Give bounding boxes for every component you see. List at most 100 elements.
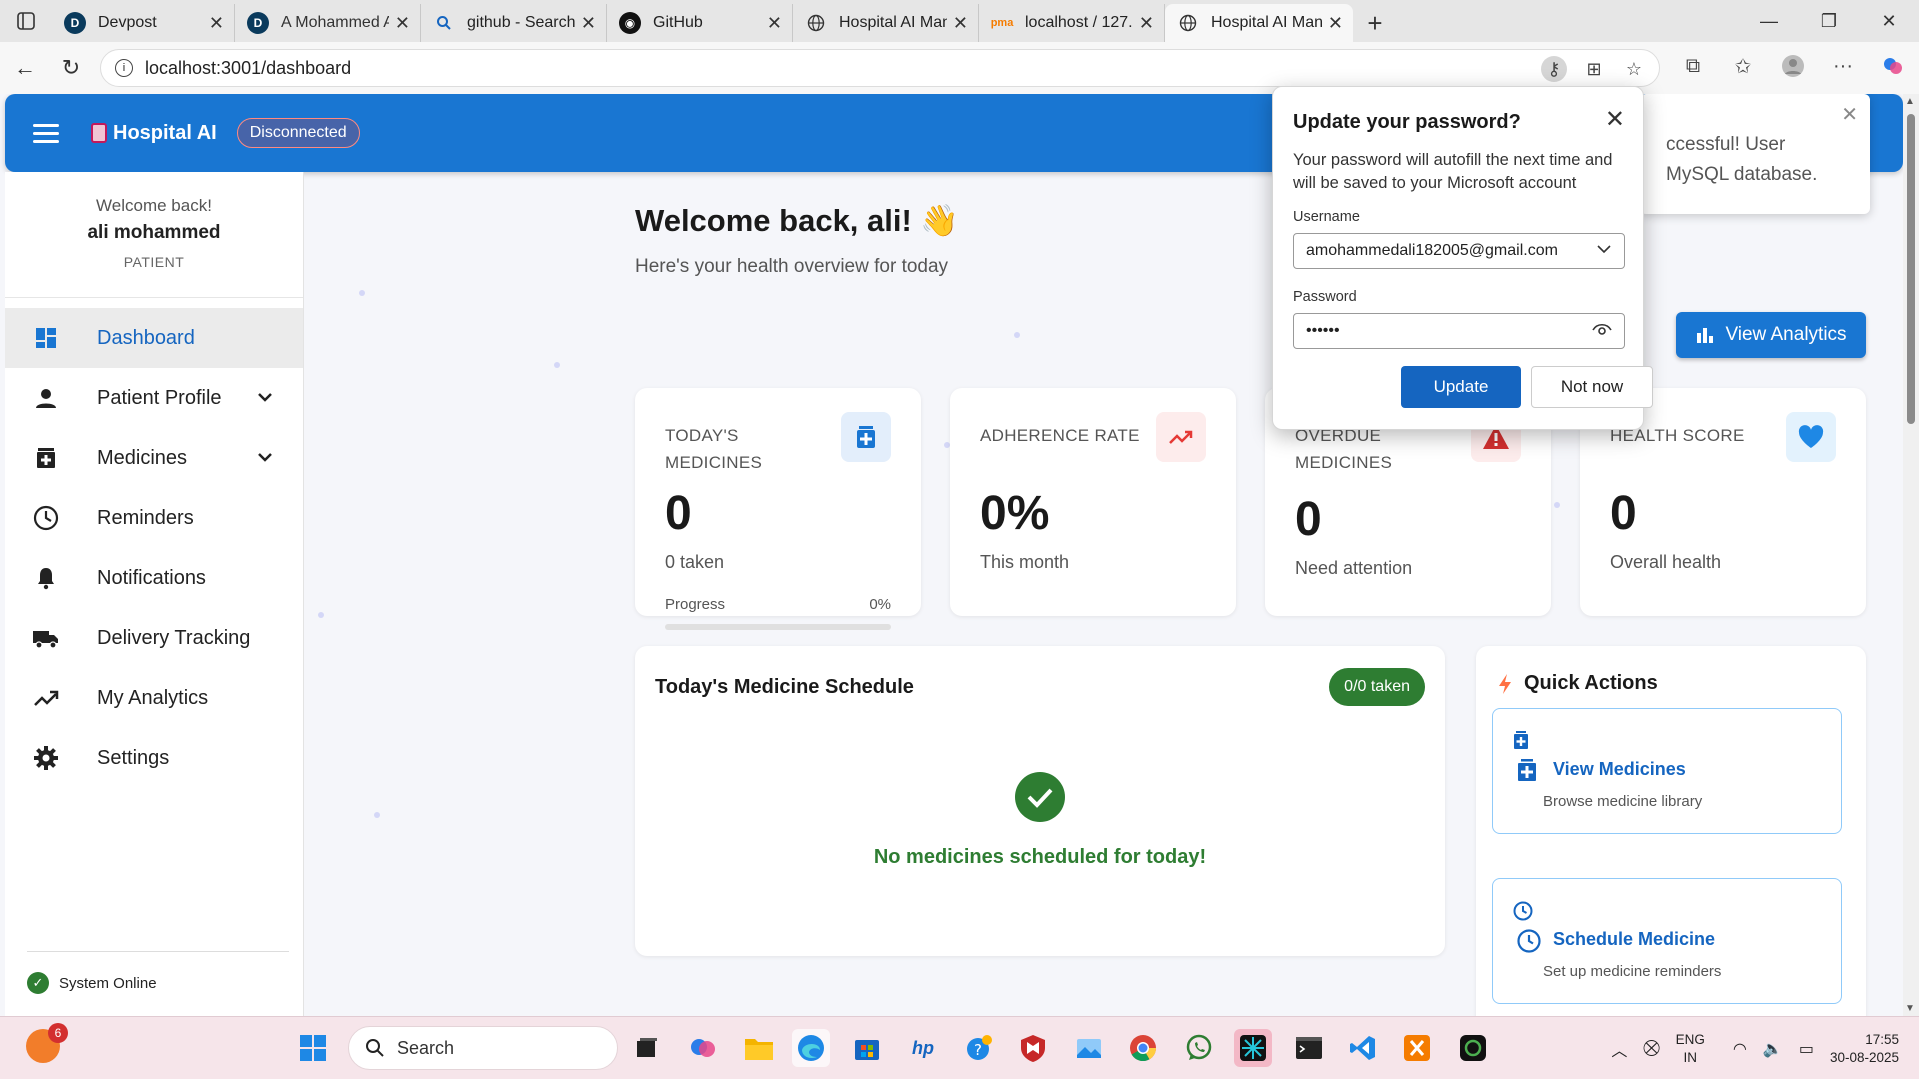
microsoft-store-icon[interactable] [848,1029,886,1067]
close-tab-icon[interactable]: ✕ [395,13,410,34]
card-subtext: Need attention [1295,558,1413,578]
card-value: 0 [1295,493,1322,546]
help-app-icon[interactable]: ? [960,1029,998,1067]
close-tab-icon[interactable]: ✕ [209,13,224,34]
close-tab-icon[interactable]: ✕ [581,13,596,34]
sidebar-item-notifications[interactable]: Notifications [5,548,303,608]
whatsapp-icon[interactable] [1180,1029,1218,1067]
main-content: Welcome back, ali! 👋 Here's your health … [304,172,1903,1016]
refresh-button[interactable]: ↻ [50,47,92,89]
scroll-down-icon[interactable]: ▼ [1905,1003,1915,1014]
chatgpt-icon[interactable] [1454,1029,1492,1067]
scroll-up-icon[interactable]: ▲ [1905,96,1915,107]
favorites-icon[interactable]: ✩ [1727,50,1759,82]
sidebar-item-label: Notifications [97,566,206,589]
browser-tab[interactable]: pma localhost / 127.0.0.1 | p ✕ [979,4,1165,42]
not-now-button[interactable]: Not now [1531,366,1653,408]
clock-icon [1517,929,1541,958]
close-tab-icon[interactable]: ✕ [1139,13,1154,34]
close-tab-icon[interactable]: ✕ [953,13,968,34]
site-info-icon[interactable]: i [115,59,133,77]
chevron-down-icon[interactable] [257,448,273,471]
back-button[interactable]: ← [4,47,46,89]
progress-bar [665,624,891,630]
new-tab-button[interactable]: + [1353,4,1397,42]
person-icon [31,383,61,413]
view-analytics-button[interactable]: View Analytics [1676,312,1866,358]
sidebar-item-settings[interactable]: Settings [5,728,303,788]
close-dialog-icon[interactable]: ✕ [1605,105,1625,134]
browser-tab[interactable]: Hospital AI Manageme ✕ [793,4,979,42]
terminal-icon[interactable] [1290,1029,1328,1067]
taskbar-search[interactable]: Search [348,1026,618,1070]
password-key-icon[interactable]: ⚷ [1541,56,1567,82]
close-tab-icon[interactable]: ✕ [1328,13,1343,34]
xampp-icon[interactable] [1398,1029,1436,1067]
profile-avatar-icon[interactable] [1777,50,1809,82]
close-window-button[interactable]: ✕ [1859,0,1919,42]
clock[interactable]: 17:55 30-08-2025 [1830,1031,1899,1067]
close-toast-icon[interactable]: ✕ [1841,102,1858,127]
clock-icon [31,503,61,533]
weather-widget-icon[interactable]: 6 [26,1023,68,1063]
update-button[interactable]: Update [1401,366,1521,408]
wifi-icon[interactable]: ◠ [1733,1039,1747,1059]
browser-tab[interactable]: github - Search ✕ [421,4,607,42]
sidebar-item-my-analytics[interactable]: My Analytics [5,668,303,728]
mcafee-icon[interactable] [1014,1029,1052,1067]
sidebar-item-patient-profile[interactable]: Patient Profile [5,368,303,428]
hp-app-icon[interactable]: hp [904,1029,942,1067]
favorite-star-icon[interactable]: ☆ [1621,56,1647,82]
bar-chart-icon [1697,328,1714,343]
edge-browser-icon[interactable] [792,1029,830,1067]
photos-app-icon[interactable] [1070,1029,1108,1067]
vscode-icon[interactable] [1344,1029,1382,1067]
start-button[interactable] [294,1029,332,1067]
dev-tool-app-icon[interactable] [1234,1029,1272,1067]
sidebar-item-dashboard[interactable]: Dashboard [5,308,303,368]
chevron-down-icon[interactable] [1596,241,1612,262]
toast-line: ccessful! User [1666,134,1786,155]
copilot-app-icon[interactable] [684,1029,722,1067]
address-bar[interactable]: i localhost:3001/dashboard ⚷ ⊞ ☆ [100,49,1660,87]
chrome-icon[interactable] [1124,1029,1162,1067]
browser-tab[interactable]: D A Mohammed Ali's (an ✕ [235,4,421,42]
extensions-icon[interactable]: ⧉ [1677,50,1709,82]
quick-action-schedule-medicine[interactable]: Schedule Medicine Set up medicine remind… [1492,878,1842,1004]
username-field[interactable]: amohammedali182005@gmail.com [1293,233,1625,269]
password-field[interactable]: •••••• [1293,313,1625,349]
tab-actions-icon[interactable] [0,0,52,42]
menu-icon[interactable] [33,123,59,143]
copilot-icon[interactable] [1877,50,1909,82]
card-label: ADHERENCE RATE [980,426,1140,445]
file-explorer-icon[interactable] [740,1029,778,1067]
browser-tab[interactable]: ◉ GitHub ✕ [607,4,793,42]
chevron-up-icon[interactable]: ︿ [1611,1037,1627,1061]
close-tab-icon[interactable]: ✕ [767,13,782,34]
volume-icon[interactable]: 🔈 [1763,1039,1783,1059]
sidebar-item-reminders[interactable]: Reminders [5,488,303,548]
scrollbar-thumb[interactable] [1907,114,1915,424]
system-status: ✓ System Online [27,951,289,994]
task-view-icon[interactable] [628,1029,666,1067]
restore-button[interactable]: ❐ [1799,0,1859,42]
network-off-icon[interactable]: ⛒ [1643,1040,1659,1058]
quick-action-view-medicines[interactable]: View Medicines Browse medicine library [1492,708,1842,834]
app-available-icon[interactable]: ⊞ [1581,56,1607,82]
search-placeholder: Search [397,1037,455,1058]
eye-icon[interactable] [1592,321,1612,342]
sidebar: Welcome back! ali mohammed PATIENT Dashb… [5,172,304,1016]
devpost-icon: D [247,12,269,34]
window-controls: — ❐ ✕ [1739,0,1919,42]
more-menu-icon[interactable]: ··· [1827,50,1859,82]
browser-tab-active[interactable]: Hospital AI Manageme ✕ [1165,4,1353,42]
battery-icon[interactable]: ▭ [1799,1039,1814,1059]
minimize-button[interactable]: — [1739,0,1799,42]
sidebar-item-delivery-tracking[interactable]: Delivery Tracking [5,608,303,668]
browser-tab[interactable]: D Devpost ✕ [52,4,235,42]
page-scrollbar[interactable]: ▲ ▼ [1903,94,1919,1016]
language-indicator[interactable]: ENG IN [1676,1031,1705,1067]
chevron-down-icon[interactable] [257,388,273,411]
sidebar-item-medicines[interactable]: Medicines [5,428,303,488]
username-value: amohammedali182005@gmail.com [1306,242,1558,259]
